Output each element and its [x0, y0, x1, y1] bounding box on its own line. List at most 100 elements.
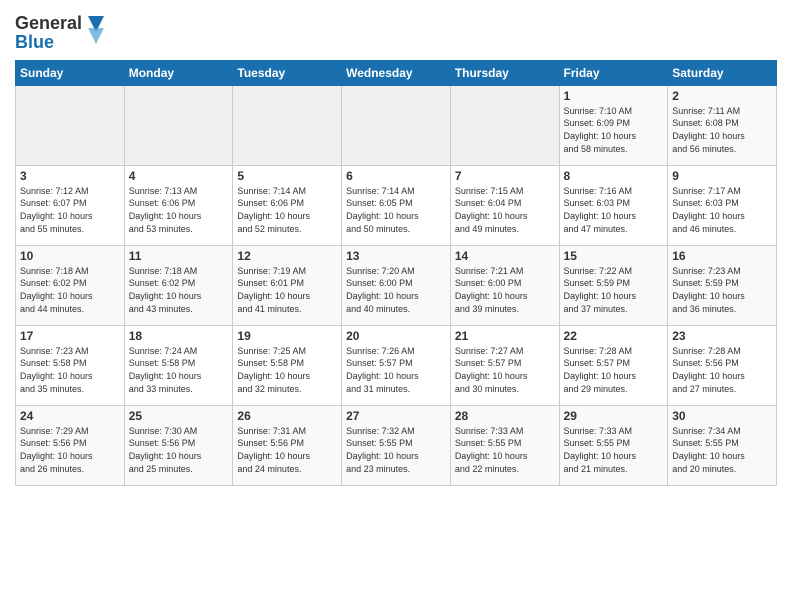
- calendar-cell: [124, 85, 233, 165]
- calendar-cell: 23 Sunrise: 7:28 AM Sunset: 5:56 PM Dayli…: [668, 325, 777, 405]
- calendar-cell: 21 Sunrise: 7:27 AM Sunset: 5:57 PM Dayli…: [450, 325, 559, 405]
- calendar-cell: 27 Sunrise: 7:32 AM Sunset: 5:55 PM Dayli…: [342, 405, 451, 485]
- weekday-tuesday: Tuesday: [233, 60, 342, 85]
- calendar-cell: 4 Sunrise: 7:13 AM Sunset: 6:06 PM Daylig…: [124, 165, 233, 245]
- day-number: 27: [346, 409, 446, 423]
- calendar-cell: 24 Sunrise: 7:29 AM Sunset: 5:56 PM Dayli…: [16, 405, 125, 485]
- day-info: Sunrise: 7:23 AM Sunset: 5:59 PM Dayligh…: [672, 265, 772, 315]
- day-number: 9: [672, 169, 772, 183]
- day-number: 13: [346, 249, 446, 263]
- day-info: Sunrise: 7:34 AM Sunset: 5:55 PM Dayligh…: [672, 425, 772, 475]
- day-number: 21: [455, 329, 555, 343]
- calendar-cell: 15 Sunrise: 7:22 AM Sunset: 5:59 PM Dayli…: [559, 245, 668, 325]
- calendar-cell: 6Sunrise: 7:14 AM Sunset: 6:05 PM Daylig…: [342, 165, 451, 245]
- calendar-cell: 9 Sunrise: 7:17 AM Sunset: 6:03 PM Daylig…: [668, 165, 777, 245]
- calendar-cell: 30 Sunrise: 7:34 AM Sunset: 5:55 PM Dayli…: [668, 405, 777, 485]
- calendar-cell: 22Sunrise: 7:28 AM Sunset: 5:57 PM Dayli…: [559, 325, 668, 405]
- day-info: Sunrise: 7:26 AM Sunset: 5:57 PM Dayligh…: [346, 345, 446, 395]
- calendar-table: SundayMondayTuesdayWednesdayThursdayFrid…: [15, 60, 777, 486]
- day-number: 25: [129, 409, 229, 423]
- day-number: 26: [237, 409, 337, 423]
- logo: General Blue: [15, 10, 106, 52]
- day-number: 14: [455, 249, 555, 263]
- calendar-cell: 28Sunrise: 7:33 AM Sunset: 5:55 PM Dayli…: [450, 405, 559, 485]
- day-number: 4: [129, 169, 229, 183]
- weekday-friday: Friday: [559, 60, 668, 85]
- calendar-cell: 25 Sunrise: 7:30 AM Sunset: 5:56 PM Dayli…: [124, 405, 233, 485]
- day-info: Sunrise: 7:18 AM Sunset: 6:02 PM Dayligh…: [20, 265, 120, 315]
- calendar-cell: 11Sunrise: 7:18 AM Sunset: 6:02 PM Dayli…: [124, 245, 233, 325]
- day-number: 1: [564, 89, 664, 103]
- logo-general: General: [15, 13, 82, 33]
- day-info: Sunrise: 7:17 AM Sunset: 6:03 PM Dayligh…: [672, 185, 772, 235]
- day-info: Sunrise: 7:31 AM Sunset: 5:56 PM Dayligh…: [237, 425, 337, 475]
- calendar-cell: 3 Sunrise: 7:12 AM Sunset: 6:07 PM Daylig…: [16, 165, 125, 245]
- calendar-cell: 18 Sunrise: 7:24 AM Sunset: 5:58 PM Dayli…: [124, 325, 233, 405]
- day-info: Sunrise: 7:16 AM Sunset: 6:03 PM Dayligh…: [564, 185, 664, 235]
- day-info: Sunrise: 7:27 AM Sunset: 5:57 PM Dayligh…: [455, 345, 555, 395]
- week-row-4: 17 Sunrise: 7:23 AM Sunset: 5:58 PM Dayli…: [16, 325, 777, 405]
- day-number: 24: [20, 409, 120, 423]
- calendar-cell: 14 Sunrise: 7:21 AM Sunset: 6:00 PM Dayli…: [450, 245, 559, 325]
- calendar-cell: 12 Sunrise: 7:19 AM Sunset: 6:01 PM Dayli…: [233, 245, 342, 325]
- week-row-5: 24 Sunrise: 7:29 AM Sunset: 5:56 PM Dayli…: [16, 405, 777, 485]
- day-number: 3: [20, 169, 120, 183]
- day-number: 5: [237, 169, 337, 183]
- day-info: Sunrise: 7:11 AM Sunset: 6:08 PM Dayligh…: [672, 105, 772, 155]
- logo-blue: Blue: [15, 32, 54, 52]
- calendar-cell: 19Sunrise: 7:25 AM Sunset: 5:58 PM Dayli…: [233, 325, 342, 405]
- day-info: Sunrise: 7:12 AM Sunset: 6:07 PM Dayligh…: [20, 185, 120, 235]
- day-info: Sunrise: 7:20 AM Sunset: 6:00 PM Dayligh…: [346, 265, 446, 315]
- day-number: 17: [20, 329, 120, 343]
- day-number: 8: [564, 169, 664, 183]
- day-info: Sunrise: 7:28 AM Sunset: 5:57 PM Dayligh…: [564, 345, 664, 395]
- week-row-3: 10 Sunrise: 7:18 AM Sunset: 6:02 PM Dayli…: [16, 245, 777, 325]
- day-info: Sunrise: 7:15 AM Sunset: 6:04 PM Dayligh…: [455, 185, 555, 235]
- weekday-saturday: Saturday: [668, 60, 777, 85]
- day-info: Sunrise: 7:19 AM Sunset: 6:01 PM Dayligh…: [237, 265, 337, 315]
- day-number: 20: [346, 329, 446, 343]
- calendar-cell: 10 Sunrise: 7:18 AM Sunset: 6:02 PM Dayli…: [16, 245, 125, 325]
- page: General Blue SundayMondayTuesdayWednesda…: [0, 0, 792, 496]
- logo-triangle-icon: [84, 12, 106, 48]
- day-info: Sunrise: 7:24 AM Sunset: 5:58 PM Dayligh…: [129, 345, 229, 395]
- day-info: Sunrise: 7:10 AM Sunset: 6:09 PM Dayligh…: [564, 105, 664, 155]
- day-info: Sunrise: 7:32 AM Sunset: 5:55 PM Dayligh…: [346, 425, 446, 475]
- day-number: 29: [564, 409, 664, 423]
- day-number: 28: [455, 409, 555, 423]
- calendar-cell: 2 Sunrise: 7:11 AM Sunset: 6:08 PM Daylig…: [668, 85, 777, 165]
- day-number: 12: [237, 249, 337, 263]
- day-info: Sunrise: 7:18 AM Sunset: 6:02 PM Dayligh…: [129, 265, 229, 315]
- calendar-cell: 17 Sunrise: 7:23 AM Sunset: 5:58 PM Dayli…: [16, 325, 125, 405]
- day-number: 23: [672, 329, 772, 343]
- weekday-wednesday: Wednesday: [342, 60, 451, 85]
- day-number: 10: [20, 249, 120, 263]
- day-number: 16: [672, 249, 772, 263]
- day-info: Sunrise: 7:30 AM Sunset: 5:56 PM Dayligh…: [129, 425, 229, 475]
- day-info: Sunrise: 7:28 AM Sunset: 5:56 PM Dayligh…: [672, 345, 772, 395]
- calendar-cell: 7Sunrise: 7:15 AM Sunset: 6:04 PM Daylig…: [450, 165, 559, 245]
- week-row-1: 1 Sunrise: 7:10 AM Sunset: 6:09 PM Daylig…: [16, 85, 777, 165]
- calendar-cell: 13 Sunrise: 7:20 AM Sunset: 6:00 PM Dayli…: [342, 245, 451, 325]
- weekday-header-row: SundayMondayTuesdayWednesdayThursdayFrid…: [16, 60, 777, 85]
- day-info: Sunrise: 7:22 AM Sunset: 5:59 PM Dayligh…: [564, 265, 664, 315]
- day-number: 15: [564, 249, 664, 263]
- calendar-cell: 1 Sunrise: 7:10 AM Sunset: 6:09 PM Daylig…: [559, 85, 668, 165]
- weekday-sunday: Sunday: [16, 60, 125, 85]
- week-row-2: 3 Sunrise: 7:12 AM Sunset: 6:07 PM Daylig…: [16, 165, 777, 245]
- calendar-cell: [342, 85, 451, 165]
- day-info: Sunrise: 7:23 AM Sunset: 5:58 PM Dayligh…: [20, 345, 120, 395]
- day-number: 2: [672, 89, 772, 103]
- day-number: 18: [129, 329, 229, 343]
- day-info: Sunrise: 7:29 AM Sunset: 5:56 PM Dayligh…: [20, 425, 120, 475]
- day-info: Sunrise: 7:14 AM Sunset: 6:05 PM Dayligh…: [346, 185, 446, 235]
- day-number: 19: [237, 329, 337, 343]
- calendar-cell: [450, 85, 559, 165]
- day-info: Sunrise: 7:14 AM Sunset: 6:06 PM Dayligh…: [237, 185, 337, 235]
- day-info: Sunrise: 7:13 AM Sunset: 6:06 PM Dayligh…: [129, 185, 229, 235]
- calendar-cell: 20 Sunrise: 7:26 AM Sunset: 5:57 PM Dayli…: [342, 325, 451, 405]
- day-number: 30: [672, 409, 772, 423]
- calendar-cell: 8 Sunrise: 7:16 AM Sunset: 6:03 PM Daylig…: [559, 165, 668, 245]
- weekday-monday: Monday: [124, 60, 233, 85]
- day-info: Sunrise: 7:21 AM Sunset: 6:00 PM Dayligh…: [455, 265, 555, 315]
